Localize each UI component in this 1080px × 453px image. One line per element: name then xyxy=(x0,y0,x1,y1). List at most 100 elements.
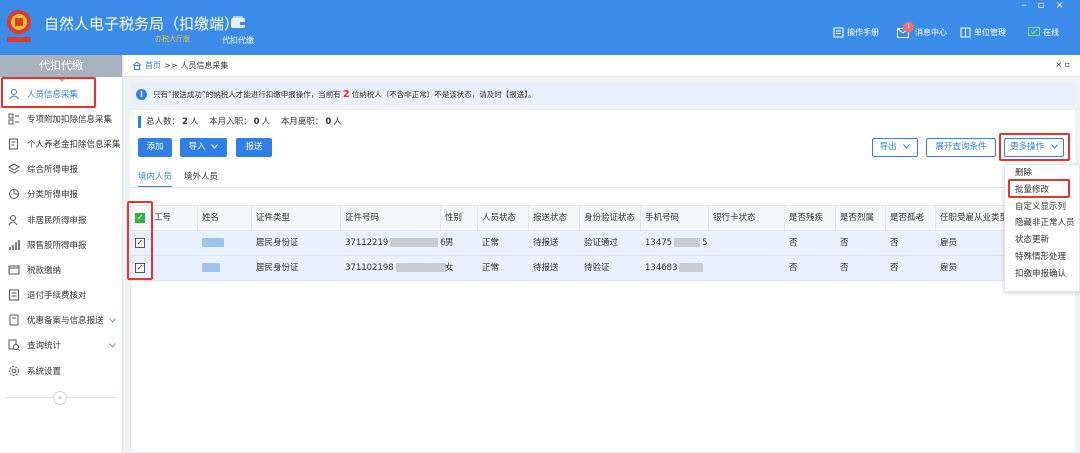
message-badge: 1 xyxy=(903,21,914,32)
message-label: 消息中心 xyxy=(915,28,947,37)
sidebar-item-label: 限售股所得申报 xyxy=(27,240,87,251)
info-icon: i xyxy=(136,88,147,100)
sidebar-item-label: 专项附加扣除信息采集 xyxy=(27,114,113,125)
submit-button[interactable]: 报送 xyxy=(236,138,272,157)
martyr-cell: 否 xyxy=(840,263,849,273)
tax-emblem-logo xyxy=(4,9,34,45)
unit-management-button[interactable]: 单位管理 xyxy=(960,27,1006,38)
joined-count: 0 xyxy=(253,117,260,127)
id-number-cell: 371102198 xyxy=(342,256,448,281)
sidebar-item-label: 分类所得申报 xyxy=(27,190,79,201)
name-cell-redacted[interactable] xyxy=(199,231,224,256)
joined-unit: 人 xyxy=(261,117,271,127)
import-button[interactable]: 导入 xyxy=(180,138,227,157)
menu-item-custom-columns[interactable]: 自定义显示列 xyxy=(1005,199,1079,216)
sidebar-item-label: 系统设置 xyxy=(27,366,62,377)
export-label: 导出 xyxy=(879,142,897,152)
sidebar-item-tax-payment[interactable]: 税款缴纳 xyxy=(0,257,122,282)
col-verify-status: 身份验证状态 xyxy=(584,213,636,223)
user-outline-icon xyxy=(8,214,20,226)
sidebar-item-system-settings[interactable]: 系统设置 xyxy=(0,358,122,383)
window-controls[interactable]: – ▫ × xyxy=(1021,0,1068,11)
col-disabled: 是否残疾 xyxy=(789,213,824,223)
import-label: 导入 xyxy=(188,142,206,152)
top-bar: 自然人电子税务局（扣缴端） 办税大厅版 代扣代缴 – ▫ × 操作手册 1 消息… xyxy=(0,0,1080,55)
disabled-cell: 否 xyxy=(789,263,798,273)
sidebar: 代扣代缴 人员信息采集 专项附加扣除信息采集 个人养老金扣除信息采集 综合所得申… xyxy=(0,55,123,453)
id-type-cell: 居民身份证 xyxy=(256,263,299,273)
chevron-down-icon xyxy=(211,144,219,149)
online-icon xyxy=(1028,27,1040,36)
col-employment-type: 任职受雇从业类型 xyxy=(940,213,1007,223)
online-label: 在线 xyxy=(1043,28,1059,37)
sidebar-item-label: 退付手续费核对 xyxy=(27,291,87,302)
app-title: 自然人电子税务局（扣缴端） xyxy=(44,15,240,33)
report-status-cell: 待报送 xyxy=(533,238,559,248)
sidebar-item-pension[interactable]: 个人养老金扣除信息采集 xyxy=(0,131,122,156)
sidebar-collapse-button[interactable]: « xyxy=(53,391,67,405)
sidebar-item-preferential-filing[interactable]: 优惠备案与信息报送 xyxy=(0,308,122,333)
chevron-down-icon xyxy=(109,316,116,326)
menu-item-hide-abnormal[interactable]: 隐藏非正常人员 xyxy=(1005,215,1079,232)
sidebar-item-classified-income[interactable]: 分类所得申报 xyxy=(0,182,122,207)
add-button[interactable]: 添加 xyxy=(138,138,172,157)
tab-domestic[interactable]: 境内人员 xyxy=(138,170,173,188)
sidebar-item-nonresident-income[interactable]: 非居民所得申报 xyxy=(0,207,122,232)
message-center-button[interactable]: 1 消息中心 xyxy=(897,21,947,38)
layers-icon xyxy=(8,163,20,175)
query-icon xyxy=(8,339,20,352)
expand-query-button[interactable]: 展开查询条件 xyxy=(926,138,996,157)
sidebar-item-label: 个人养老金扣除信息采集 xyxy=(27,139,121,150)
export-button[interactable]: 导出 xyxy=(872,138,918,157)
chevron-down-icon xyxy=(903,144,911,149)
module-label: 代扣代缴 xyxy=(222,36,254,45)
menu-item-confirm-declaration[interactable]: 扣缴申报确认 xyxy=(1005,266,1079,283)
sidebar-item-restricted-stock[interactable]: 限售股所得申报 xyxy=(0,232,122,257)
verify-status-cell: 待验证 xyxy=(584,263,610,273)
sidebar-header: 代扣代缴 xyxy=(0,55,122,82)
left-count: 0 xyxy=(325,117,332,127)
sidebar-item-comprehensive-income[interactable]: 综合所得申报 xyxy=(0,157,122,182)
name-cell-redacted[interactable] xyxy=(199,256,220,281)
table-row[interactable]: ✓ 居民身份证 37112219 6 男 正常 待报送 验证通过 13475 5 否… xyxy=(131,231,1075,256)
id-type-cell: 居民身份证 xyxy=(256,238,299,248)
personnel-table: ✓ 工号 姓名 证件类型 证件号码 性别 人员状态 报送状态 身份验证状态 手机… xyxy=(130,205,1075,453)
notice-text-after: 位纳税人（不含非正常）不是该状态，请及时【报送】。 xyxy=(351,89,536,99)
bank-status-cell xyxy=(710,256,713,281)
gear-icon xyxy=(8,365,20,377)
col-id-type: 证件类型 xyxy=(256,213,291,223)
id-number-prefix: 371102198 xyxy=(345,263,394,273)
phone-suffix: 5 xyxy=(702,238,708,248)
breadcrumb: 首页 >> 人员信息采集 × ▫ xyxy=(124,55,1080,77)
breadcrumb-home-link[interactable]: 首页 xyxy=(145,60,161,71)
breadcrumb-separator: >> xyxy=(164,61,178,70)
tab-divider xyxy=(130,187,1075,188)
wallet-module-icon xyxy=(231,16,245,28)
sidebar-item-label: 综合所得申报 xyxy=(27,165,79,176)
menu-item-special-handling[interactable]: 特殊情形处理 xyxy=(1005,249,1079,266)
report-status-cell: 待报送 xyxy=(533,263,559,273)
col-report-status: 报送状态 xyxy=(533,213,568,223)
sidebar-item-label: 优惠备案与信息报送 xyxy=(27,316,104,327)
col-id-number: 证件号码 xyxy=(345,213,380,223)
sidebar-item-refund-fee[interactable]: 退付手续费核对 xyxy=(0,283,122,308)
martyr-cell: 否 xyxy=(840,238,849,248)
employment-type-cell: 雇员 xyxy=(940,238,958,248)
highlight-sidebar-item xyxy=(1,77,96,108)
building-icon xyxy=(960,27,971,38)
tab-overseas[interactable]: 境外人员 xyxy=(184,170,218,188)
sidebar-item-label: 查询统计 xyxy=(27,341,62,352)
manual-button[interactable]: 操作手册 xyxy=(833,27,879,38)
total-unit: 人 xyxy=(189,117,199,127)
sidebar-item-query-stats[interactable]: 查询统计 xyxy=(0,333,122,358)
menu-item-status-update[interactable]: 状态更新 xyxy=(1005,232,1079,249)
employment-type-cell: 雇员 xyxy=(940,263,958,273)
table-row[interactable]: ✓ 居民身份证 371102198 女 正常 待报送 待验证 134683 否 … xyxy=(131,256,1075,281)
online-status[interactable]: 在线 xyxy=(1028,27,1059,38)
sidebar-item-special-deduction[interactable]: 专项附加扣除信息采集 xyxy=(0,106,122,131)
page-window-controls[interactable]: × ▫ xyxy=(1055,60,1070,69)
verify-status-cell: 验证通过 xyxy=(584,238,619,248)
module-tab-withholding[interactable]: 代扣代缴 xyxy=(218,15,258,46)
elderly-cell: 否 xyxy=(890,238,899,248)
bar-chart-icon xyxy=(8,239,20,251)
